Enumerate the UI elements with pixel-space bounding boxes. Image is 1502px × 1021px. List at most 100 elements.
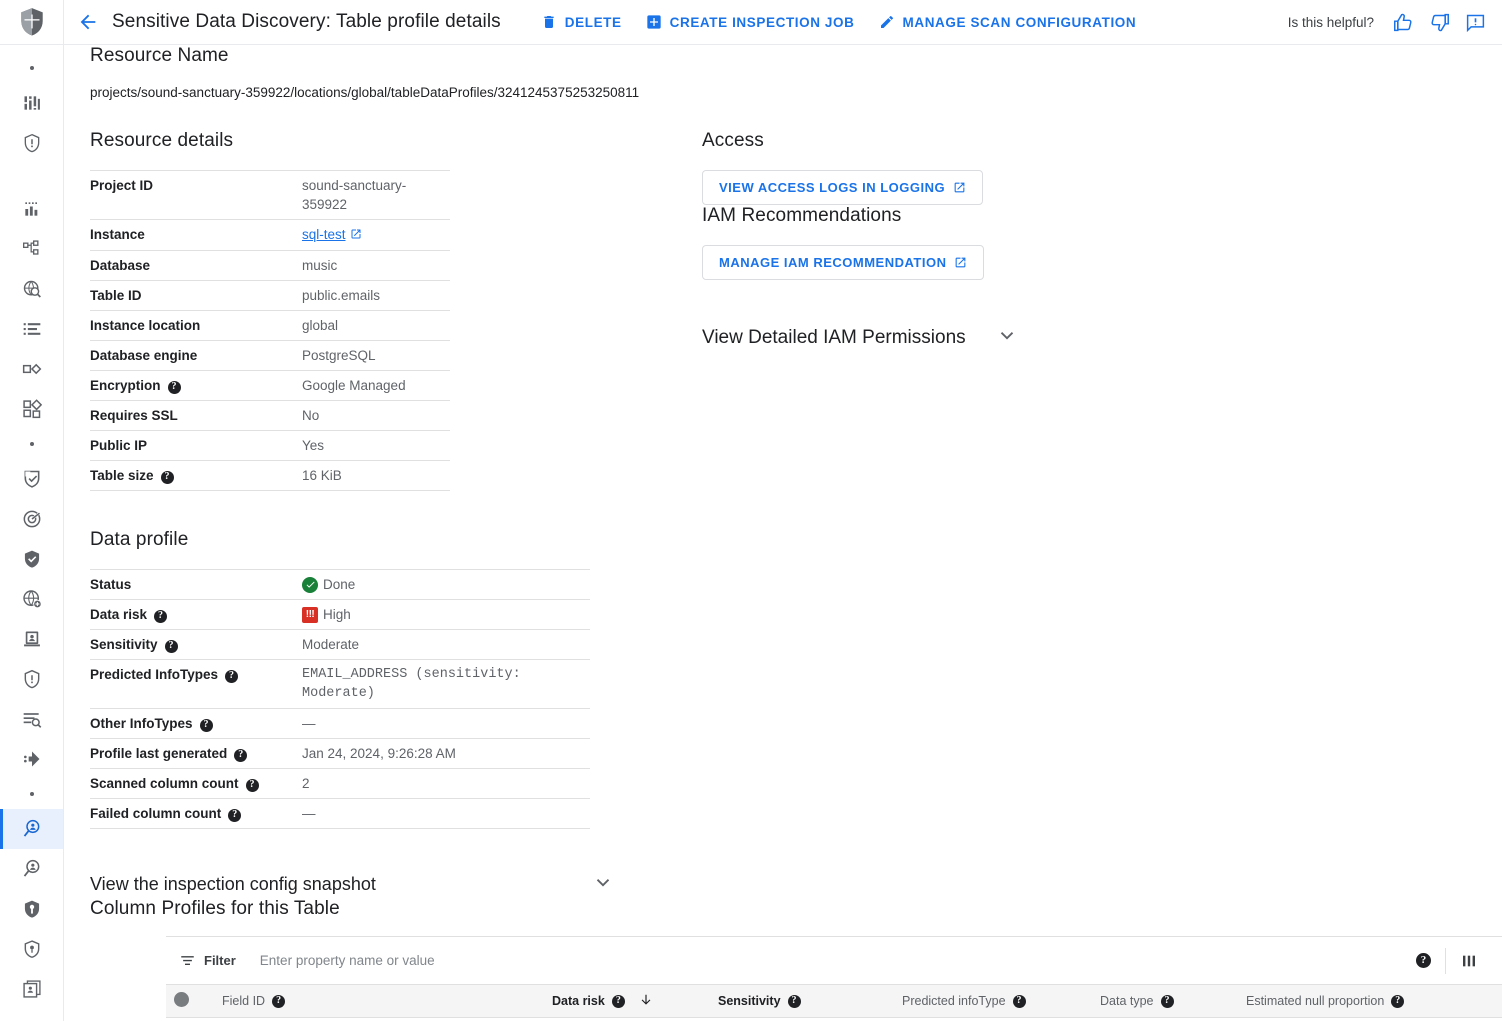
manage-scan-configuration-button[interactable]: MANAGE SCAN CONFIGURATION	[867, 8, 1149, 36]
help-icon[interactable]: ?	[167, 380, 181, 394]
filter-control[interactable]: Filter	[180, 953, 236, 968]
send-feedback-button[interactable]	[1462, 9, 1488, 35]
feedback-prompt: Is this helpful?	[1287, 14, 1374, 30]
sidebar-item-list-bullets[interactable]	[0, 309, 63, 349]
row-key: Public IP	[90, 431, 302, 461]
row-key-label: Requires SSL	[90, 408, 178, 423]
column-header-sensitivity[interactable]: Sensitivity?	[710, 984, 894, 1018]
help-icon[interactable]: ?	[1391, 994, 1405, 1008]
column-header-predicted-infotype[interactable]: Predicted infoType?	[894, 984, 1092, 1018]
view-access-logs-button[interactable]: VIEW ACCESS LOGS IN LOGGING	[702, 170, 984, 205]
row-key-label: Instance	[90, 227, 145, 242]
column-display-options-button[interactable]	[1460, 953, 1494, 969]
delete-button[interactable]: DELETE	[529, 8, 634, 36]
sidebar-item-share-node[interactable]	[0, 739, 63, 779]
row-key: Table ID	[90, 281, 302, 311]
table-row: Status Done	[90, 569, 590, 600]
help-icon[interactable]: ?	[228, 808, 242, 822]
sidebar-item-shield-alert[interactable]	[0, 123, 63, 163]
sidebar-item-shield-key[interactable]	[0, 889, 63, 929]
sidebar-item-data-inspection[interactable]	[0, 849, 63, 889]
row-value: !!! High	[302, 600, 590, 630]
inspection-config-expander[interactable]: View the inspection config snapshot	[90, 871, 614, 898]
table-row[interactable]: email !!!High Moderate EMAIL_ADDRESS TYP…	[166, 1017, 1502, 1021]
row-key: Table size?	[90, 461, 302, 491]
filter-icon	[181, 956, 194, 965]
sidebar-item-data-discovery[interactable]	[0, 809, 63, 849]
row-key: Data risk?	[90, 600, 302, 630]
sidebar-item-globe-plus[interactable]	[0, 579, 63, 619]
table-row: Instance sql-test	[90, 220, 450, 251]
help-icon[interactable]: ?	[611, 994, 625, 1008]
help-icon[interactable]: ?	[160, 470, 174, 484]
chevron-down-icon	[996, 324, 1018, 351]
log-search-icon	[23, 713, 41, 728]
row-key: Predicted InfoTypes?	[90, 660, 302, 709]
sidebar-item-search-globe[interactable]	[0, 269, 63, 309]
sidebar-item-tag-box[interactable]	[0, 349, 63, 389]
back-button[interactable]	[64, 0, 112, 45]
thumb-down-button[interactable]	[1426, 9, 1452, 35]
help-icon[interactable]: ?	[1160, 994, 1174, 1008]
column-header-data-type[interactable]: Data type?	[1092, 984, 1238, 1018]
sidebar-item-target-scan[interactable]	[0, 499, 63, 539]
instance-link[interactable]: sql-test	[302, 227, 346, 242]
pencil-icon	[880, 15, 893, 28]
resource-name-value: projects/sound-sanctuary-359922/location…	[90, 85, 640, 100]
org-tree-icon	[22, 240, 38, 255]
column-header-null-proportion[interactable]: Estimated null proportion?	[1238, 984, 1500, 1018]
sidebar-item-apps-grid[interactable]	[0, 389, 63, 429]
sidebar-item-shield-pin[interactable]	[0, 929, 63, 969]
iam-permissions-expander-label: View Detailed IAM Permissions	[702, 326, 966, 348]
sidebar-item-documents[interactable]	[0, 969, 63, 1009]
table-body: email !!!High Moderate EMAIL_ADDRESS TYP…	[166, 1017, 1502, 1021]
select-all-header[interactable]	[166, 984, 214, 1018]
sort-descending-icon	[639, 993, 653, 1010]
sidebar-item-org-tree[interactable]	[0, 229, 63, 269]
chevron-down-icon	[592, 871, 614, 898]
sidebar-item-dashboard-bars[interactable]	[0, 83, 63, 123]
manage-iam-recommendation-button[interactable]: MANAGE IAM RECOMMENDATION	[702, 245, 985, 280]
rail-item-list	[0, 45, 63, 1009]
help-icon[interactable]: ?	[164, 639, 178, 653]
page-title: Sensitive Data Discovery: Table profile …	[112, 11, 501, 32]
help-icon[interactable]: ?	[154, 609, 168, 623]
column-header-field-id[interactable]: Field ID?	[214, 984, 544, 1018]
data-risk-value: High	[323, 607, 351, 622]
row-key: Status	[90, 570, 302, 600]
row-select-cell[interactable]	[166, 1017, 214, 1021]
row-value: No	[302, 408, 320, 423]
resource-details-heading: Resource details	[90, 130, 234, 151]
sidebar-item-log-search[interactable]	[0, 699, 63, 739]
filter-input[interactable]	[257, 952, 778, 969]
table-row: Requires SSL No	[90, 401, 450, 431]
column-header-label: Field ID	[222, 994, 266, 1008]
table-toolbar-right: ?	[1416, 947, 1494, 974]
help-icon[interactable]: ?	[1416, 953, 1431, 968]
column-header-data-risk[interactable]: Data risk?	[544, 984, 710, 1018]
sidebar-item-shield-solid[interactable]	[0, 539, 63, 579]
iam-permissions-expander[interactable]: View Detailed IAM Permissions	[702, 324, 1478, 351]
sidebar-item-shield-check-outline[interactable]	[0, 459, 63, 499]
create-inspection-job-button[interactable]: CREATE INSPECTION JOB	[634, 8, 867, 36]
data-inspection-icon	[23, 859, 39, 877]
thumb-up-button[interactable]	[1390, 9, 1416, 35]
help-icon[interactable]: ?	[787, 994, 801, 1008]
row-value: —	[302, 806, 316, 821]
row-key-label: Status	[90, 577, 132, 592]
help-icon[interactable]: ?	[199, 718, 213, 732]
sidebar-item-bar-chart[interactable]	[0, 189, 63, 229]
share-node-icon	[23, 751, 39, 767]
row-key: Encryption?	[90, 371, 302, 401]
column-header-label: Estimated null proportion	[1246, 994, 1385, 1008]
help-icon[interactable]: ?	[234, 748, 248, 762]
help-icon[interactable]: ?	[245, 778, 259, 792]
cell-data-risk: !!!High	[544, 1017, 710, 1021]
table-row: Table size? 16 KiB	[90, 461, 450, 491]
sidebar-item-id-card[interactable]	[0, 619, 63, 659]
sidebar-item-shield-warning[interactable]	[0, 659, 63, 699]
help-icon[interactable]: ?	[272, 994, 286, 1008]
help-icon[interactable]: ?	[225, 669, 239, 683]
help-icon[interactable]: ?	[1012, 994, 1026, 1008]
row-key-label: Public IP	[90, 438, 148, 453]
